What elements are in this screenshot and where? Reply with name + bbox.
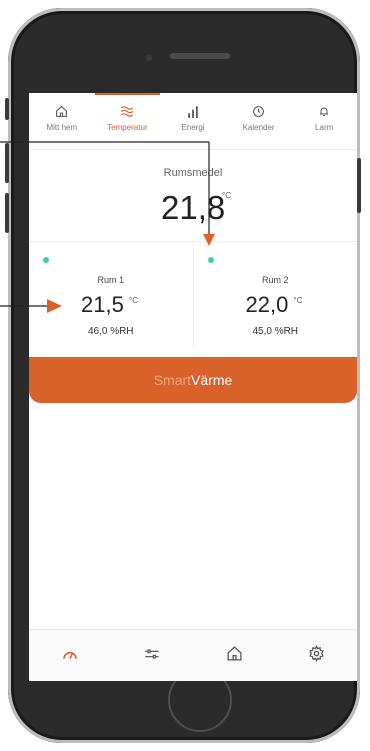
arrow-to-room-2-dot xyxy=(0,141,215,246)
annotation-arrows xyxy=(0,141,215,313)
arrow-to-room-1-temp xyxy=(0,299,62,313)
